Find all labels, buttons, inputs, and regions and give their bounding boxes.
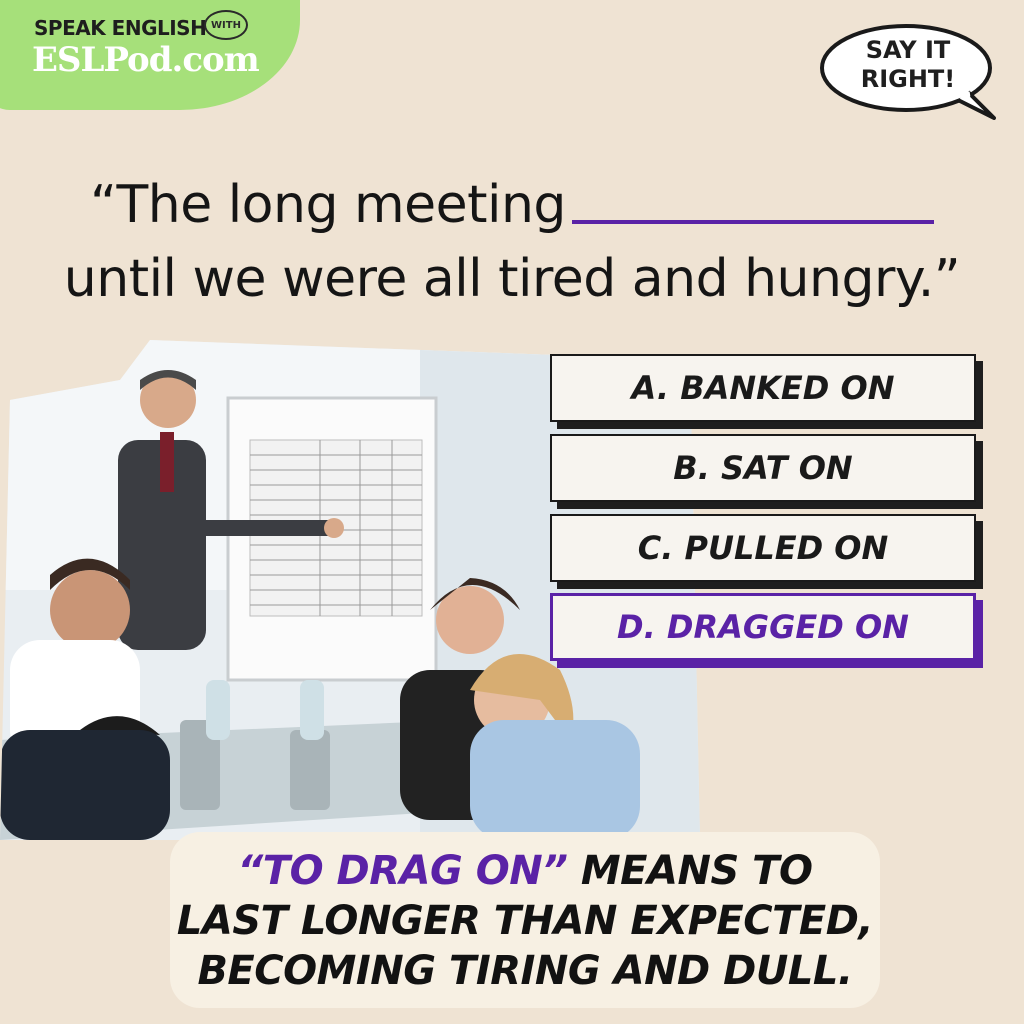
logo-tagline: SPEAK ENGLISH xyxy=(34,16,207,40)
option-a[interactable]: A. BANKED ON xyxy=(550,354,976,422)
option-a-label: A. BANKED ON xyxy=(631,369,895,407)
question-sentence: “The long meeting until we were all tire… xyxy=(0,168,1024,316)
explanation-line1: “TO DRAG ON” MEANS TO xyxy=(170,846,880,896)
option-d-label: D. DRAGGED ON xyxy=(617,608,909,646)
explanation-phrase: “TO DRAG ON” xyxy=(237,848,568,894)
option-d-correct[interactable]: D. DRAGGED ON xyxy=(550,593,976,661)
option-c-label: C. PULLED ON xyxy=(637,529,889,567)
logo-wordmark: ESLPod.com xyxy=(32,40,260,80)
question-line1-row: “The long meeting xyxy=(0,168,1024,242)
say-it-right-badge: SAY IT RIGHT! xyxy=(818,36,998,94)
option-c[interactable]: C. PULLED ON xyxy=(550,514,976,582)
logo-with-badge: WITH xyxy=(204,10,248,40)
badge-line1: SAY IT xyxy=(865,36,951,64)
explanation-text: “TO DRAG ON” MEANS TO LAST LONGER THAN E… xyxy=(170,846,880,996)
explanation-rest: MEANS TO xyxy=(567,848,813,894)
option-b[interactable]: B. SAT ON xyxy=(550,434,976,502)
option-b-label: B. SAT ON xyxy=(673,449,853,487)
badge-line2: RIGHT! xyxy=(860,65,956,93)
question-line1: “The long meeting xyxy=(90,175,566,235)
question-line2: until we were all tired and hungry.” xyxy=(63,249,961,309)
explanation-line2: LAST LONGER THAN EXPECTED, xyxy=(176,898,874,944)
answer-blank xyxy=(571,220,934,224)
explanation-line3: BECOMING TIRING AND DULL. xyxy=(197,948,853,994)
